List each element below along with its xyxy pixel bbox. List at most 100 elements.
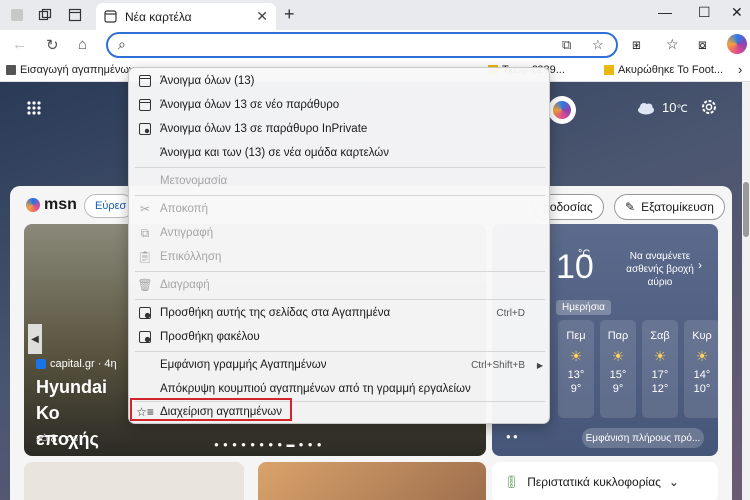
apps-grid-icon[interactable] bbox=[26, 100, 42, 121]
menu-delete[interactable]: 🗑︎ Διαγραφή bbox=[129, 274, 551, 296]
window-icon bbox=[138, 74, 152, 88]
menu-hide-favorites-button[interactable]: Απόκρυψη κουμπιού αγαπημένων από τη γραμ… bbox=[129, 378, 551, 400]
add-favorite-icon bbox=[138, 306, 152, 320]
menu-open-all-new-window[interactable]: Άνοιγμα όλων 13 σε νέο παράθυρο bbox=[129, 94, 551, 116]
profile-icon[interactable] bbox=[8, 6, 26, 24]
menu-open-all-inprivate[interactable]: Άνοιγμα όλων 13 σε παράθυρο InPrivate bbox=[129, 118, 551, 140]
toolbar: ← ↻ ⌂ ⌕ ⧉ ☆ ⧆ ☆ ⧇ bbox=[0, 30, 750, 60]
collections-icon[interactable]: ⧇ bbox=[698, 36, 707, 53]
personalize-button[interactable]: ✎ Εξατομίκευση bbox=[614, 194, 725, 220]
menu-open-all[interactable]: Άνοιγμα όλων (13) bbox=[129, 70, 551, 92]
new-window-icon bbox=[138, 98, 152, 112]
day-high: 13° bbox=[567, 369, 585, 381]
weather-widget-top[interactable]: 10℃ bbox=[636, 100, 688, 115]
tab-bar: Νέα καρτέλα ✕ + — ☐ ✕ bbox=[0, 0, 750, 30]
day-name: Παρ bbox=[607, 330, 629, 342]
home-button[interactable]: ⌂ bbox=[78, 36, 87, 53]
weather-unit: ℃ bbox=[676, 104, 688, 115]
chevron-down-icon: ⌄ bbox=[668, 475, 679, 489]
minimize-button[interactable]: — bbox=[658, 4, 672, 20]
extensions-icon[interactable]: ⧆ bbox=[632, 36, 641, 53]
menu-cut[interactable]: ✂ Αποκοπή bbox=[129, 198, 551, 220]
dislike-icon[interactable]: 👎︎ bbox=[67, 432, 78, 445]
maximize-button[interactable]: ☐ bbox=[698, 4, 711, 21]
favorite-item-3[interactable]: Ακυρώθηκε Το Foot... bbox=[604, 64, 723, 76]
weather-day[interactable]: Σαβ ☀ 17° 12° bbox=[642, 320, 678, 418]
page-scrollbar[interactable] bbox=[742, 82, 750, 500]
partly-cloudy-icon: ☀ bbox=[569, 348, 583, 364]
menu-open-new-tab-group[interactable]: Άνοιγμα και των (13) σε νέα ομάδα καρτελ… bbox=[129, 142, 551, 164]
weather-day[interactable]: Πεμ ☀ 13° 9° bbox=[558, 320, 594, 418]
weather-day[interactable]: Παρ ☀ 15° 9° bbox=[600, 320, 636, 418]
menu-separator bbox=[135, 299, 545, 300]
tab-title: Νέα καρτέλα bbox=[125, 9, 192, 24]
scrollbar-thumb[interactable] bbox=[743, 182, 749, 237]
weather-more-icon[interactable]: › bbox=[698, 258, 702, 272]
trash-icon: 🗑︎ bbox=[137, 278, 153, 292]
traffic-light-icon: 🚦︎ bbox=[504, 475, 520, 489]
traffic-card[interactable]: 🚦︎ Περιστατικά κυκλοφορίας ⌄ bbox=[492, 462, 718, 500]
day-low: 9° bbox=[612, 383, 624, 395]
weather-days: Πεμ ☀ 13° 9° Παρ ☀ 15° 9° Σαβ ☀ 17° 12° bbox=[558, 320, 718, 418]
favorite-import[interactable]: Εισαγωγή αγαπημένων bbox=[6, 64, 134, 76]
day-high: 14° bbox=[693, 369, 711, 381]
msn-logo[interactable]: msn bbox=[26, 196, 77, 214]
tab-actions-icon[interactable] bbox=[66, 6, 84, 24]
menu-separator bbox=[135, 167, 545, 168]
source-logo-icon bbox=[36, 359, 46, 369]
reload-button[interactable]: ↻ bbox=[46, 36, 59, 54]
carousel-prev-button[interactable]: ◀ bbox=[28, 324, 42, 354]
close-window-button[interactable]: ✕ bbox=[731, 4, 743, 21]
favorites-icon[interactable]: ☆ bbox=[666, 36, 679, 53]
weather-note: Να αναμένετε ασθενής βροχή αύριο bbox=[626, 251, 694, 288]
cloud-icon bbox=[638, 102, 654, 114]
favorite-label: Εισαγωγή αγαπημένων bbox=[20, 64, 135, 76]
close-tab-icon[interactable]: ✕ bbox=[256, 8, 268, 25]
find-button[interactable]: Εύρεσ bbox=[84, 194, 134, 218]
day-low: 10° bbox=[693, 383, 711, 395]
menu-item-label: Προσθήκη φακέλου bbox=[160, 331, 260, 343]
menu-separator bbox=[135, 195, 545, 196]
add-favorite-star-icon[interactable]: ☆ bbox=[592, 37, 604, 53]
day-name: Κυρ bbox=[692, 330, 712, 342]
news-card-bottom-1[interactable] bbox=[24, 462, 244, 500]
partly-cloudy-icon: ☀ bbox=[695, 348, 709, 364]
copilot-icon[interactable] bbox=[727, 34, 747, 54]
traffic-title: Περιστατικά κυκλοφορίας bbox=[527, 475, 661, 489]
carousel-dots[interactable]: ● ● ● ● ● ● ● ● ▬ ● ● ● bbox=[214, 440, 323, 449]
menu-copy[interactable]: ⧉ Αντιγραφή bbox=[129, 222, 551, 244]
day-low: 12° bbox=[651, 383, 669, 395]
news-source-text: capital.gr · 4η bbox=[50, 358, 117, 370]
immersive-reader-icon[interactable]: ⧉ bbox=[562, 37, 571, 53]
menu-item-label: Διαγραφή bbox=[160, 279, 210, 291]
news-actions: 👍︎ 8 👎︎ bbox=[36, 432, 78, 445]
menu-add-folder[interactable]: Προσθήκη φακέλου bbox=[129, 326, 551, 348]
like-button[interactable]: 👍︎ 8 bbox=[36, 432, 57, 445]
weather-daily-tab[interactable]: Ημερήσια bbox=[556, 300, 611, 315]
msn-logo-icon bbox=[26, 198, 40, 212]
news-card-bottom-2[interactable] bbox=[258, 462, 486, 500]
weather-dots[interactable]: ● ● bbox=[506, 432, 518, 441]
menu-item-label: Προσθήκη αυτής της σελίδας στα Αγαπημένα bbox=[160, 307, 391, 319]
news-source: capital.gr · 4η bbox=[36, 358, 117, 370]
workspaces-icon[interactable] bbox=[36, 6, 54, 24]
menu-paste[interactable]: 📋︎ Επικόλληση bbox=[129, 246, 551, 268]
menu-add-page-to-favorites[interactable]: Προσθήκη αυτής της σελίδας στα Αγαπημένα… bbox=[129, 302, 551, 324]
inprivate-icon bbox=[138, 122, 152, 136]
tab-new-tab[interactable]: Νέα καρτέλα ✕ bbox=[96, 3, 276, 30]
weather-day[interactable]: Κυρ ☀ 14° 10° bbox=[684, 320, 718, 418]
address-bar[interactable]: ⌕ ⧉ ☆ bbox=[106, 32, 618, 58]
menu-show-favorites-bar[interactable]: Εμφάνιση γραμμής Αγαπημένων Ctrl+Shift+B… bbox=[129, 354, 551, 376]
menu-rename[interactable]: Μετονομασία bbox=[129, 170, 551, 192]
settings-gear-icon[interactable] bbox=[700, 98, 718, 121]
partly-cloudy-icon: ☀ bbox=[653, 348, 667, 364]
search-icon: ⌕ bbox=[118, 36, 126, 52]
weather-full-forecast-button[interactable]: Εμφάνιση πλήρους πρό... bbox=[582, 428, 704, 448]
day-low: 9° bbox=[570, 383, 582, 395]
favorites-overflow-icon[interactable]: › bbox=[738, 62, 742, 77]
menu-item-label: Επικόλληση bbox=[160, 251, 222, 263]
new-tab-button[interactable]: + bbox=[284, 4, 295, 25]
menu-item-label: Άνοιγμα όλων (13) bbox=[160, 75, 255, 87]
back-button[interactable]: ← bbox=[12, 36, 27, 53]
copilot-page-icon[interactable] bbox=[548, 96, 576, 124]
